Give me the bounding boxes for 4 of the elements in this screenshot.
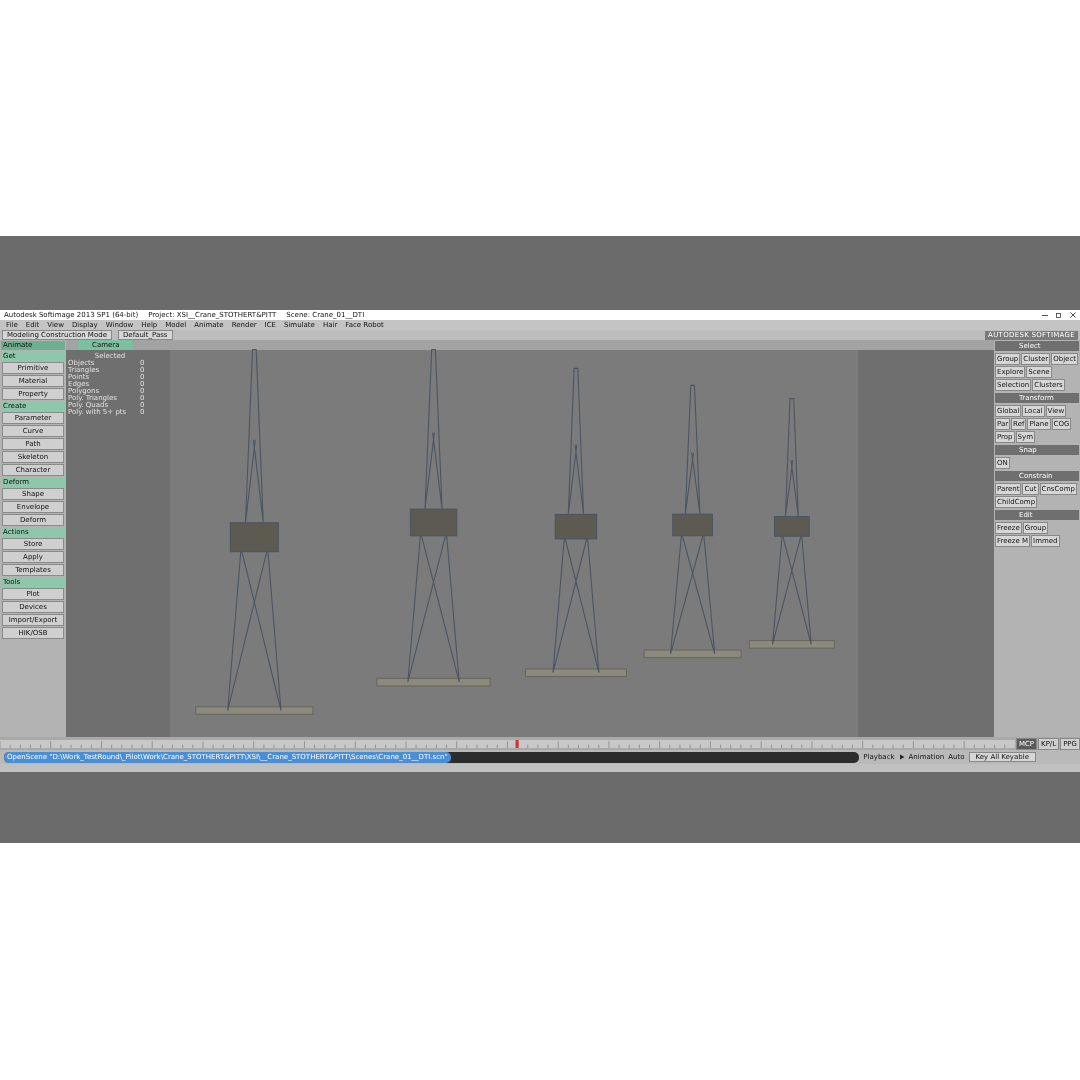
restore-icon[interactable] [1056, 312, 1062, 318]
minimize-icon[interactable] [1042, 312, 1048, 318]
close-icon[interactable] [1070, 312, 1076, 318]
play-icon[interactable] [898, 754, 905, 760]
